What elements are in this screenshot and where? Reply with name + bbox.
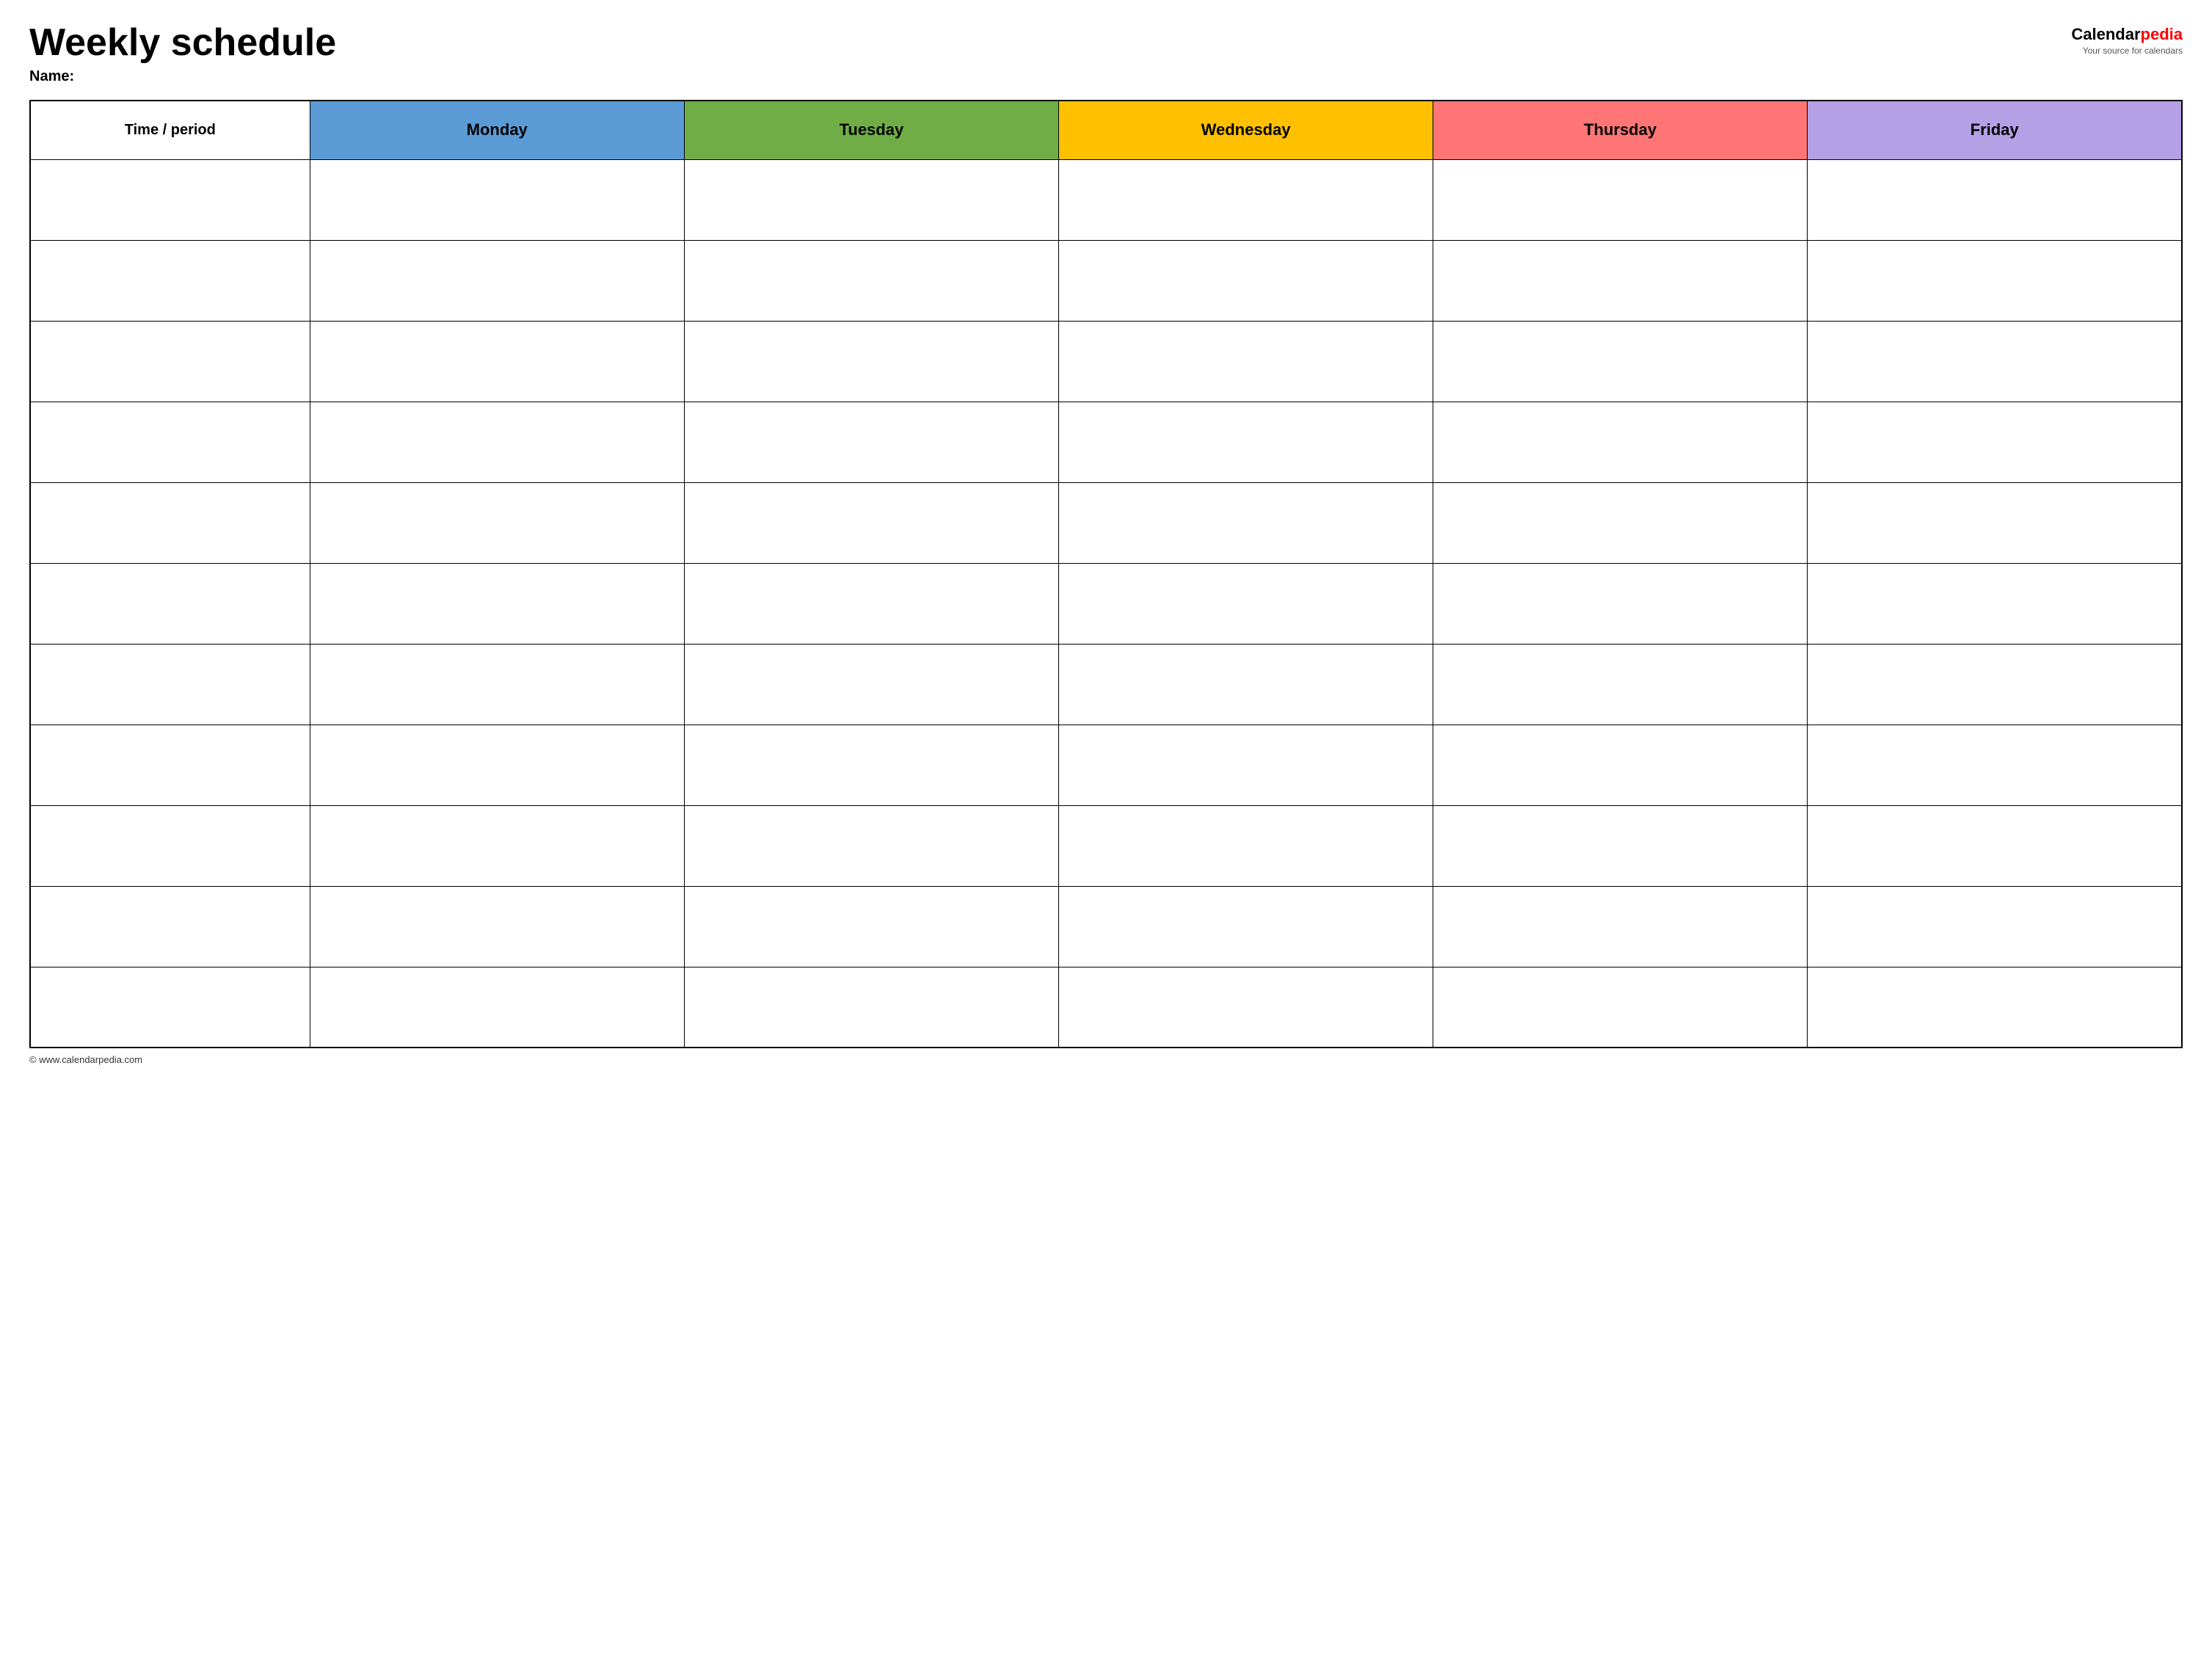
schedule-cell[interactable] bbox=[310, 563, 684, 644]
schedule-cell[interactable] bbox=[684, 240, 1058, 321]
schedule-cell[interactable] bbox=[310, 644, 684, 725]
schedule-cell[interactable] bbox=[1058, 321, 1433, 402]
schedule-cell[interactable] bbox=[1808, 805, 2182, 886]
schedule-cell[interactable] bbox=[1433, 967, 1808, 1048]
schedule-cell[interactable] bbox=[684, 967, 1058, 1048]
logo-tagline: Your source for calendars bbox=[2083, 46, 2183, 56]
schedule-cell[interactable] bbox=[1808, 321, 2182, 402]
table-row bbox=[30, 886, 2182, 967]
schedule-cell[interactable] bbox=[1058, 967, 1433, 1048]
table-row bbox=[30, 482, 2182, 563]
schedule-cell[interactable] bbox=[684, 402, 1058, 482]
table-header-row: Time / period Monday Tuesday Wednesday T… bbox=[30, 101, 2182, 159]
schedule-cell[interactable] bbox=[1433, 402, 1808, 482]
schedule-cell[interactable] bbox=[1433, 159, 1808, 240]
header-monday: Monday bbox=[310, 101, 684, 159]
schedule-cell[interactable] bbox=[684, 725, 1058, 805]
schedule-cell[interactable] bbox=[1808, 159, 2182, 240]
header-time: Time / period bbox=[30, 101, 310, 159]
table-row bbox=[30, 563, 2182, 644]
logo-calendar: Calendar bbox=[2071, 25, 2140, 43]
page-header: Weekly schedule Name: Calendarpedia Your… bbox=[29, 22, 2183, 85]
schedule-cell[interactable] bbox=[1058, 563, 1433, 644]
schedule-cell[interactable] bbox=[1433, 240, 1808, 321]
table-row bbox=[30, 967, 2182, 1048]
table-row bbox=[30, 159, 2182, 240]
schedule-cell[interactable] bbox=[684, 805, 1058, 886]
schedule-cell[interactable] bbox=[310, 321, 684, 402]
header-tuesday: Tuesday bbox=[684, 101, 1058, 159]
name-label: Name: bbox=[29, 68, 336, 85]
schedule-cell[interactable] bbox=[1433, 563, 1808, 644]
table-row bbox=[30, 644, 2182, 725]
time-cell[interactable] bbox=[30, 805, 310, 886]
schedule-cell[interactable] bbox=[1058, 159, 1433, 240]
schedule-cell[interactable] bbox=[1808, 644, 2182, 725]
time-cell[interactable] bbox=[30, 725, 310, 805]
schedule-cell[interactable] bbox=[684, 886, 1058, 967]
schedule-cell[interactable] bbox=[1433, 805, 1808, 886]
schedule-cell[interactable] bbox=[684, 321, 1058, 402]
table-row bbox=[30, 805, 2182, 886]
time-cell[interactable] bbox=[30, 240, 310, 321]
schedule-cell[interactable] bbox=[1808, 725, 2182, 805]
schedule-cell[interactable] bbox=[1808, 402, 2182, 482]
table-row bbox=[30, 321, 2182, 402]
schedule-cell[interactable] bbox=[684, 159, 1058, 240]
header-friday: Friday bbox=[1808, 101, 2182, 159]
schedule-cell[interactable] bbox=[1058, 482, 1433, 563]
schedule-cell[interactable] bbox=[1808, 886, 2182, 967]
schedule-cell[interactable] bbox=[1433, 644, 1808, 725]
schedule-cell[interactable] bbox=[310, 240, 684, 321]
footer-url: © www.calendarpedia.com bbox=[29, 1054, 142, 1065]
time-cell[interactable] bbox=[30, 886, 310, 967]
schedule-table: Time / period Monday Tuesday Wednesday T… bbox=[29, 100, 2183, 1048]
schedule-cell[interactable] bbox=[1058, 725, 1433, 805]
time-cell[interactable] bbox=[30, 482, 310, 563]
schedule-cell[interactable] bbox=[1433, 321, 1808, 402]
schedule-cell[interactable] bbox=[1058, 402, 1433, 482]
schedule-cell[interactable] bbox=[310, 402, 684, 482]
schedule-cell[interactable] bbox=[684, 644, 1058, 725]
table-row bbox=[30, 402, 2182, 482]
logo-text: Calendarpedia bbox=[2071, 25, 2183, 44]
schedule-cell[interactable] bbox=[1808, 240, 2182, 321]
time-cell[interactable] bbox=[30, 563, 310, 644]
schedule-cell[interactable] bbox=[1058, 886, 1433, 967]
schedule-cell[interactable] bbox=[1808, 967, 2182, 1048]
schedule-cell[interactable] bbox=[1058, 644, 1433, 725]
schedule-cell[interactable] bbox=[1808, 563, 2182, 644]
time-cell[interactable] bbox=[30, 402, 310, 482]
time-cell[interactable] bbox=[30, 159, 310, 240]
schedule-cell[interactable] bbox=[310, 725, 684, 805]
schedule-cell[interactable] bbox=[1433, 725, 1808, 805]
table-row bbox=[30, 725, 2182, 805]
schedule-cell[interactable] bbox=[310, 886, 684, 967]
schedule-cell[interactable] bbox=[1808, 482, 2182, 563]
schedule-cell[interactable] bbox=[684, 482, 1058, 563]
time-cell[interactable] bbox=[30, 644, 310, 725]
schedule-cell[interactable] bbox=[310, 159, 684, 240]
title-block: Weekly schedule Name: bbox=[29, 22, 336, 85]
logo-pedia: pedia bbox=[2141, 25, 2183, 43]
schedule-cell[interactable] bbox=[310, 482, 684, 563]
schedule-cell[interactable] bbox=[310, 805, 684, 886]
table-row bbox=[30, 240, 2182, 321]
schedule-cell[interactable] bbox=[310, 967, 684, 1048]
logo-block: Calendarpedia Your source for calendars bbox=[2071, 25, 2183, 56]
time-cell[interactable] bbox=[30, 967, 310, 1048]
schedule-cell[interactable] bbox=[1433, 482, 1808, 563]
schedule-cell[interactable] bbox=[1433, 886, 1808, 967]
header-wednesday: Wednesday bbox=[1058, 101, 1433, 159]
time-cell[interactable] bbox=[30, 321, 310, 402]
schedule-cell[interactable] bbox=[1058, 240, 1433, 321]
schedule-cell[interactable] bbox=[684, 563, 1058, 644]
schedule-cell[interactable] bbox=[1058, 805, 1433, 886]
schedule-body bbox=[30, 159, 2182, 1048]
footer: © www.calendarpedia.com bbox=[29, 1054, 2183, 1065]
header-thursday: Thursday bbox=[1433, 101, 1808, 159]
page-title: Weekly schedule bbox=[29, 22, 336, 64]
